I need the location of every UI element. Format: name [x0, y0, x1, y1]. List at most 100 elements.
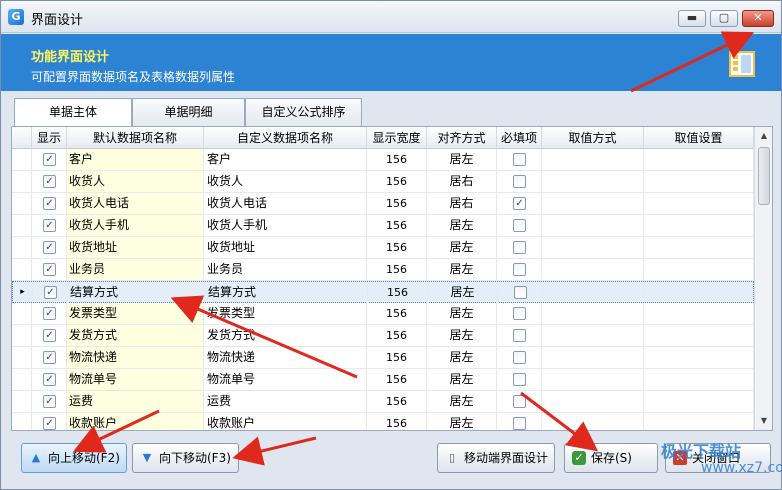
table-row[interactable]: ✓ 物流单号 物流单号 156 居左: [12, 369, 754, 391]
value-settings-cell[interactable]: [644, 325, 754, 346]
show-checkbox[interactable]: ✓: [43, 263, 56, 276]
show-cell[interactable]: ✓: [32, 215, 67, 236]
required-checkbox[interactable]: ✓: [513, 197, 526, 210]
value-settings-cell[interactable]: [644, 303, 754, 324]
show-checkbox[interactable]: ✓: [43, 417, 56, 430]
required-cell[interactable]: [497, 325, 542, 346]
column-header-value-method[interactable]: 取值方式: [542, 127, 644, 149]
value-settings-cell[interactable]: [644, 237, 754, 258]
align-cell[interactable]: 居左: [427, 325, 497, 346]
width-cell[interactable]: 156: [367, 325, 427, 346]
width-cell[interactable]: 156: [367, 303, 427, 324]
width-cell[interactable]: 156: [367, 193, 427, 214]
title-bar[interactable]: G 界面设计 ▬ ▢ ✕: [1, 1, 781, 33]
show-checkbox[interactable]: ✓: [44, 286, 57, 299]
required-checkbox[interactable]: [513, 219, 526, 232]
value-settings-cell[interactable]: [644, 171, 754, 192]
show-checkbox[interactable]: ✓: [43, 307, 56, 320]
table-row[interactable]: ✓ 收货人电话 收货人电话 156 居右 ✓: [12, 193, 754, 215]
show-cell[interactable]: ✓: [32, 325, 67, 346]
value-method-cell[interactable]: [542, 215, 644, 236]
close-window-button[interactable]: ✕: [742, 10, 774, 27]
width-cell[interactable]: 156: [367, 347, 427, 368]
required-cell[interactable]: [497, 413, 542, 430]
value-method-cell[interactable]: [542, 347, 644, 368]
value-method-cell[interactable]: [542, 369, 644, 390]
width-cell[interactable]: 156: [367, 259, 427, 280]
width-cell[interactable]: 156: [367, 149, 427, 170]
align-cell[interactable]: 居左: [427, 369, 497, 390]
custom-name-cell[interactable]: 收款账户: [204, 413, 367, 430]
width-cell[interactable]: 156: [367, 391, 427, 412]
value-method-cell[interactable]: [542, 413, 644, 430]
align-cell[interactable]: 居右: [427, 171, 497, 192]
vertical-scrollbar[interactable]: ▲ ▼: [754, 127, 772, 430]
value-settings-cell[interactable]: [644, 215, 754, 236]
show-checkbox[interactable]: ✓: [43, 175, 56, 188]
align-cell[interactable]: 居右: [427, 193, 497, 214]
required-cell[interactable]: [497, 259, 542, 280]
column-header-default-name[interactable]: 默认数据项名称: [67, 127, 204, 149]
required-checkbox[interactable]: [513, 329, 526, 342]
value-settings-cell[interactable]: [644, 391, 754, 412]
show-cell[interactable]: ✓: [32, 237, 67, 258]
width-cell[interactable]: 156: [367, 237, 427, 258]
show-checkbox[interactable]: ✓: [43, 351, 56, 364]
scrollbar-thumb[interactable]: [758, 147, 770, 205]
align-cell[interactable]: 居左: [427, 347, 497, 368]
required-checkbox[interactable]: [513, 373, 526, 386]
show-checkbox[interactable]: ✓: [43, 395, 56, 408]
table-row[interactable]: ✓ 收货人 收货人 156 居右: [12, 171, 754, 193]
value-settings-cell[interactable]: [645, 282, 755, 303]
required-checkbox[interactable]: [514, 286, 527, 299]
required-cell[interactable]: ✓: [497, 193, 542, 214]
value-settings-cell[interactable]: [644, 149, 754, 170]
show-cell[interactable]: ✓: [32, 171, 67, 192]
required-checkbox[interactable]: [513, 351, 526, 364]
value-method-cell[interactable]: [542, 171, 644, 192]
table-row[interactable]: ✓ 发货方式 发货方式 156 居左: [12, 325, 754, 347]
show-checkbox[interactable]: ✓: [43, 329, 56, 342]
scroll-up-arrow-icon[interactable]: ▲: [756, 128, 772, 144]
show-checkbox[interactable]: ✓: [43, 153, 56, 166]
custom-name-cell[interactable]: 物流快递: [204, 347, 367, 368]
table-row[interactable]: ✓ 物流快递 物流快递 156 居左: [12, 347, 754, 369]
align-cell[interactable]: 居左: [427, 237, 497, 258]
show-cell[interactable]: ✓: [32, 369, 67, 390]
required-cell[interactable]: [497, 303, 542, 324]
show-cell[interactable]: ✓: [33, 282, 68, 303]
column-header-width[interactable]: 显示宽度: [367, 127, 427, 149]
table-row[interactable]: ✓ 收货地址 收货地址 156 居左: [12, 237, 754, 259]
custom-name-cell[interactable]: 收货地址: [204, 237, 367, 258]
required-checkbox[interactable]: [513, 395, 526, 408]
custom-name-cell[interactable]: 物流单号: [204, 369, 367, 390]
custom-name-cell[interactable]: 业务员: [204, 259, 367, 280]
required-cell[interactable]: [497, 347, 542, 368]
custom-name-cell[interactable]: 收货人: [204, 171, 367, 192]
show-cell[interactable]: ✓: [32, 193, 67, 214]
table-row[interactable]: ✓ 运费 运费 156 居左: [12, 391, 754, 413]
column-header-show[interactable]: 显示: [32, 127, 67, 149]
align-cell[interactable]: 居左: [427, 391, 497, 412]
tab-custom-formula-sort[interactable]: 自定义公式排序: [245, 98, 362, 126]
table-row[interactable]: ▸ ✓ 结算方式 结算方式 156 居左: [12, 281, 755, 303]
required-checkbox[interactable]: [513, 241, 526, 254]
show-cell[interactable]: ✓: [32, 303, 67, 324]
show-checkbox[interactable]: ✓: [43, 241, 56, 254]
move-down-button[interactable]: ▼ 向下移动(F3): [132, 443, 239, 473]
custom-name-cell[interactable]: 运费: [204, 391, 367, 412]
show-cell[interactable]: ✓: [32, 391, 67, 412]
show-cell[interactable]: ✓: [32, 347, 67, 368]
mobile-design-button[interactable]: ▯ 移动端界面设计: [437, 443, 555, 473]
value-settings-cell[interactable]: [644, 259, 754, 280]
column-header-required[interactable]: 必填项: [497, 127, 542, 149]
custom-name-cell[interactable]: 客户: [204, 149, 367, 170]
required-checkbox[interactable]: [513, 175, 526, 188]
required-checkbox[interactable]: [513, 417, 526, 430]
save-button[interactable]: ✓ 保存(S): [564, 443, 658, 473]
required-cell[interactable]: [497, 237, 542, 258]
value-method-cell[interactable]: [542, 259, 644, 280]
width-cell[interactable]: 156: [367, 171, 427, 192]
value-method-cell[interactable]: [542, 303, 644, 324]
align-cell[interactable]: 居左: [428, 282, 498, 303]
